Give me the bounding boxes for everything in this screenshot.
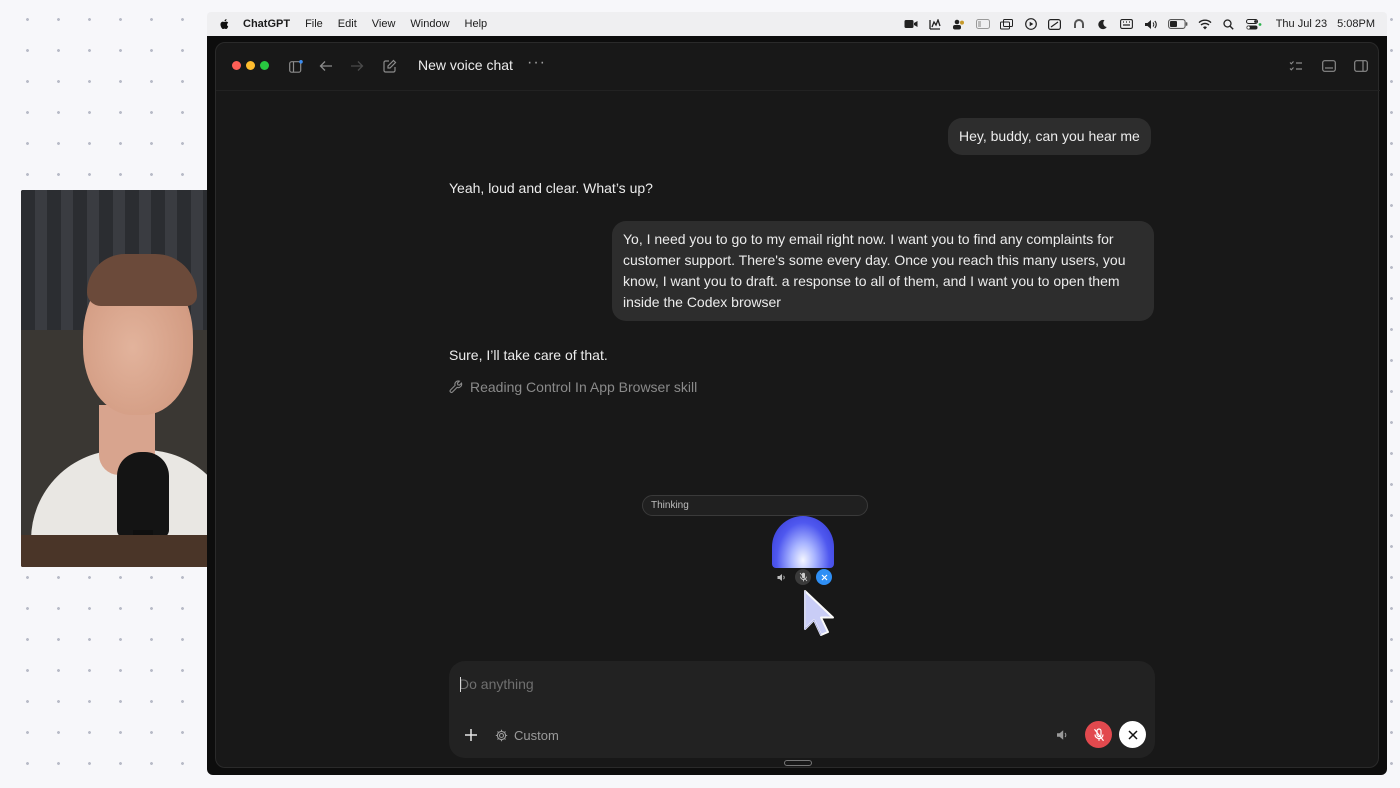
mode-selector-button[interactable]: Custom [495, 725, 559, 745]
back-arrow-icon[interactable] [317, 57, 335, 75]
prompt-input[interactable] [459, 673, 1059, 695]
users-icon[interactable] [952, 19, 966, 30]
mic-off-icon [1093, 727, 1104, 741]
webcam-microphone [117, 452, 169, 538]
apple-icon[interactable] [219, 18, 231, 30]
webcam-person-hair [87, 254, 197, 306]
clock-time[interactable]: 5:08PM [1337, 18, 1375, 30]
webcam-overlay [21, 190, 235, 567]
speaker-icon [1057, 730, 1067, 740]
sidebar-toggle-icon[interactable] [287, 57, 305, 75]
assistant-message: Yeah, loud and clear. What’s up? [449, 180, 653, 196]
mouse-cursor-icon [804, 590, 834, 636]
speaker-button[interactable] [1053, 725, 1073, 745]
chat-title[interactable]: New voice chat [418, 57, 513, 73]
menu-window[interactable]: Window [410, 18, 449, 30]
airdrop-icon[interactable] [1072, 19, 1086, 30]
tag-icon[interactable] [975, 19, 990, 30]
menu-view[interactable]: View [372, 18, 396, 30]
more-options-button[interactable]: ··· [527, 54, 546, 72]
mute-microphone-button[interactable] [1085, 721, 1112, 748]
text-caret [460, 677, 461, 692]
keyboard-icon[interactable] [1120, 19, 1134, 30]
app-window: New voice chat ··· Hey, buddy, can you h… [207, 36, 1387, 775]
menu-edit[interactable]: Edit [338, 18, 357, 30]
forward-arrow-icon[interactable] [348, 57, 366, 75]
status-area: Thu Jul 23 5:08PM [904, 18, 1375, 30]
screen-icon[interactable] [1048, 18, 1062, 30]
widget-mic-off-icon[interactable] [795, 569, 811, 585]
user-message: Hey, buddy, can you hear me [948, 118, 1151, 155]
volume-icon[interactable] [1144, 19, 1158, 30]
menu-bar: ChatGPT File Edit View Window Help Thu J… [207, 12, 1387, 36]
menu-app-name[interactable]: ChatGPT [243, 18, 290, 30]
user-message: Yo, I need you to go to my email right n… [612, 221, 1154, 321]
terminal-panel-icon[interactable] [1320, 57, 1338, 75]
battery-icon[interactable] [1167, 19, 1188, 30]
wrench-icon [449, 380, 463, 393]
widget-speaker-icon[interactable] [774, 569, 790, 585]
widget-close-button[interactable] [816, 569, 832, 585]
assistant-message: Sure, I’ll take care of that. [449, 347, 608, 363]
voice-widget-controls [774, 568, 834, 586]
control-center-icon[interactable] [1245, 18, 1262, 30]
close-icon [1127, 729, 1138, 740]
mode-label: Custom [514, 727, 559, 743]
resize-handle[interactable] [784, 760, 812, 766]
minimize-window-button[interactable] [246, 61, 255, 70]
plus-icon [465, 729, 477, 741]
skill-status: Reading Control In App Browser skill [449, 379, 697, 395]
end-voice-chat-button[interactable] [1119, 721, 1146, 748]
camera-icon[interactable] [904, 19, 918, 30]
chat-panel: New voice chat ··· Hey, buddy, can you h… [215, 42, 1380, 768]
add-attachment-button[interactable] [461, 725, 481, 745]
composer: Custom [449, 661, 1155, 758]
thinking-status: Thinking [642, 495, 868, 516]
skill-status-text: Reading Control In App Browser skill [470, 379, 698, 395]
voice-orb[interactable] [772, 516, 834, 568]
wifi-icon[interactable] [1198, 19, 1212, 30]
checklist-icon[interactable] [1287, 57, 1305, 75]
search-icon[interactable] [1222, 18, 1236, 30]
gear-icon [495, 729, 508, 741]
menu-file[interactable]: File [305, 18, 323, 30]
close-window-button[interactable] [232, 61, 241, 70]
title-bar: New voice chat ··· [216, 43, 1380, 91]
new-chat-icon[interactable] [381, 57, 399, 75]
right-panel-icon[interactable] [1352, 57, 1370, 75]
chart-icon[interactable] [928, 18, 942, 30]
menu-help[interactable]: Help [465, 18, 488, 30]
webcam-desk [21, 535, 235, 567]
zoom-window-button[interactable] [260, 61, 269, 70]
play-icon[interactable] [1024, 18, 1038, 30]
moon-icon[interactable] [1096, 19, 1110, 30]
windows-icon[interactable] [1000, 18, 1014, 30]
clock-date[interactable]: Thu Jul 23 [1276, 18, 1327, 30]
